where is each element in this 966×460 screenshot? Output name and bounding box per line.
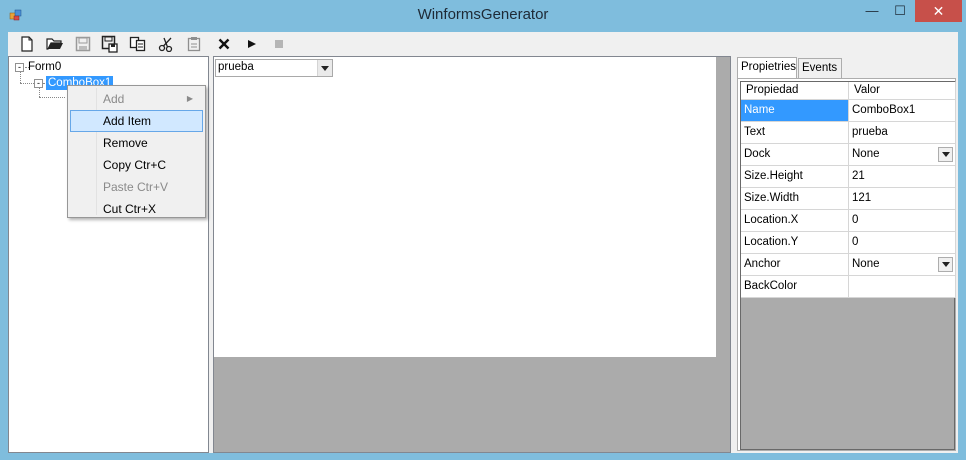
menu-item-label: Cut Ctr+X [103,202,157,216]
property-value-text: None [852,148,880,160]
tree-expander-form0[interactable]: - [15,63,24,72]
dropdown-button[interactable] [938,257,953,272]
property-value-dropdown[interactable]: None [849,144,956,166]
context-menu: Add ▶ Add Item Remove Copy Ctr+C Paste Ctr+V C… [67,85,206,218]
delete-button[interactable] [213,34,235,54]
run-button[interactable] [241,34,263,54]
maximize-button[interactable]: ☐ [886,0,914,22]
tree-line [20,71,21,83]
property-value-cell[interactable]: ComboBox1 [849,100,956,122]
menu-item-label: Add [103,92,125,106]
copy-button[interactable] [127,34,149,54]
menu-item-label: Add Item [103,114,152,128]
minimize-button[interactable]: — [858,0,886,22]
tree-line [39,97,65,98]
stop-button[interactable] [268,34,290,54]
chevron-down-icon [941,262,950,267]
property-value-text: 0 [852,236,859,248]
property-value-text: 0 [852,214,859,226]
property-name-cell[interactable]: BackColor [741,276,849,298]
run-icon [248,40,256,48]
property-name-cell[interactable]: Name [741,100,849,122]
cut-icon [158,37,173,52]
app-window: WinformsGenerator — ☐ ✕ - Form0 - ComboB… [0,0,966,460]
property-value-text: None [852,258,880,270]
toolbar [8,32,958,56]
tree-expander-combobox1[interactable]: - [34,79,43,88]
delete-icon [218,38,230,50]
property-grid[interactable]: Propiedad Valor Name ComboBox1 Text prueba D… [740,81,956,450]
design-surface[interactable]: prueba [213,56,731,453]
menu-item[interactable]: Add Item [70,110,203,132]
menu-item[interactable]: Add ▶ [70,88,203,110]
menu-item[interactable]: Copy Ctr+C [70,154,203,176]
property-name-cell[interactable]: Size.Height [741,166,849,188]
chevron-down-icon [321,65,329,71]
combobox-preview[interactable]: prueba [215,59,333,77]
property-name-cell[interactable]: Location.X [741,210,849,232]
tree-line [39,87,40,97]
property-name-cell[interactable]: Text [741,122,849,144]
property-value-text: ComboBox1 [852,104,916,116]
open-folder-icon [46,38,63,50]
property-value-cell[interactable] [849,276,956,298]
title-bar[interactable]: WinformsGenerator — ☐ ✕ [0,0,966,31]
cut-button[interactable] [155,34,177,54]
copy-icon [129,36,146,52]
property-value-cell[interactable]: 21 [849,166,956,188]
new-file-button[interactable] [16,34,38,54]
property-panel: Propietries Events Propiedad Valor Name C… [735,56,958,453]
property-value-text: 21 [852,170,865,182]
menu-item-label: Copy Ctr+C [103,158,167,172]
menu-item[interactable]: Paste Ctr+V [70,176,203,198]
property-name-cell[interactable]: Anchor [741,254,849,276]
property-value-cell[interactable]: 0 [849,210,956,232]
save-as-icon [101,35,118,53]
menu-item-label: Remove [103,136,148,150]
combobox-preview-text: prueba [218,61,254,73]
property-value-cell[interactable]: prueba [849,122,956,144]
design-scrollbar[interactable] [716,57,730,357]
header-value[interactable]: Valor [849,82,956,100]
menu-item[interactable]: Cut Ctr+X [70,198,203,220]
property-name-cell[interactable]: Dock [741,144,849,166]
open-button[interactable] [44,34,66,54]
combobox-preview-dropdown[interactable] [317,60,332,76]
save-disabled-icon [75,36,91,52]
property-tab-page: Propiedad Valor Name ComboBox1 Text prueba D… [737,78,956,451]
paste-icon [187,37,201,52]
stop-icon [275,40,283,48]
chevron-down-icon [941,152,950,157]
property-value-cell[interactable]: 121 [849,188,956,210]
close-button[interactable]: ✕ [915,0,962,22]
tab-properties[interactable]: Propietries [737,57,797,78]
form-preview[interactable]: prueba [214,57,716,357]
new-file-icon [21,36,33,52]
paste-button[interactable] [183,34,205,54]
submenu-arrow-icon: ▶ [186,94,193,103]
property-value-cell[interactable]: 0 [849,232,956,254]
menu-item-label: Paste Ctr+V [103,180,169,194]
dropdown-button[interactable] [938,147,953,162]
property-value-dropdown[interactable]: None [849,254,956,276]
window-title: WinformsGenerator [417,6,549,23]
property-name-cell[interactable]: Location.Y [741,232,849,254]
menu-item[interactable]: Remove [70,132,203,154]
tree-node-form0[interactable]: Form0 [28,60,61,74]
property-value-text: 121 [852,192,872,204]
tree-line [20,83,34,84]
save-button[interactable] [72,34,94,54]
property-name-cell[interactable]: Size.Width [741,188,849,210]
header-property[interactable]: Propiedad [741,82,849,100]
property-value-text: prueba [852,126,888,138]
save-as-button[interactable] [99,34,121,54]
tab-events[interactable]: Events [798,58,842,78]
